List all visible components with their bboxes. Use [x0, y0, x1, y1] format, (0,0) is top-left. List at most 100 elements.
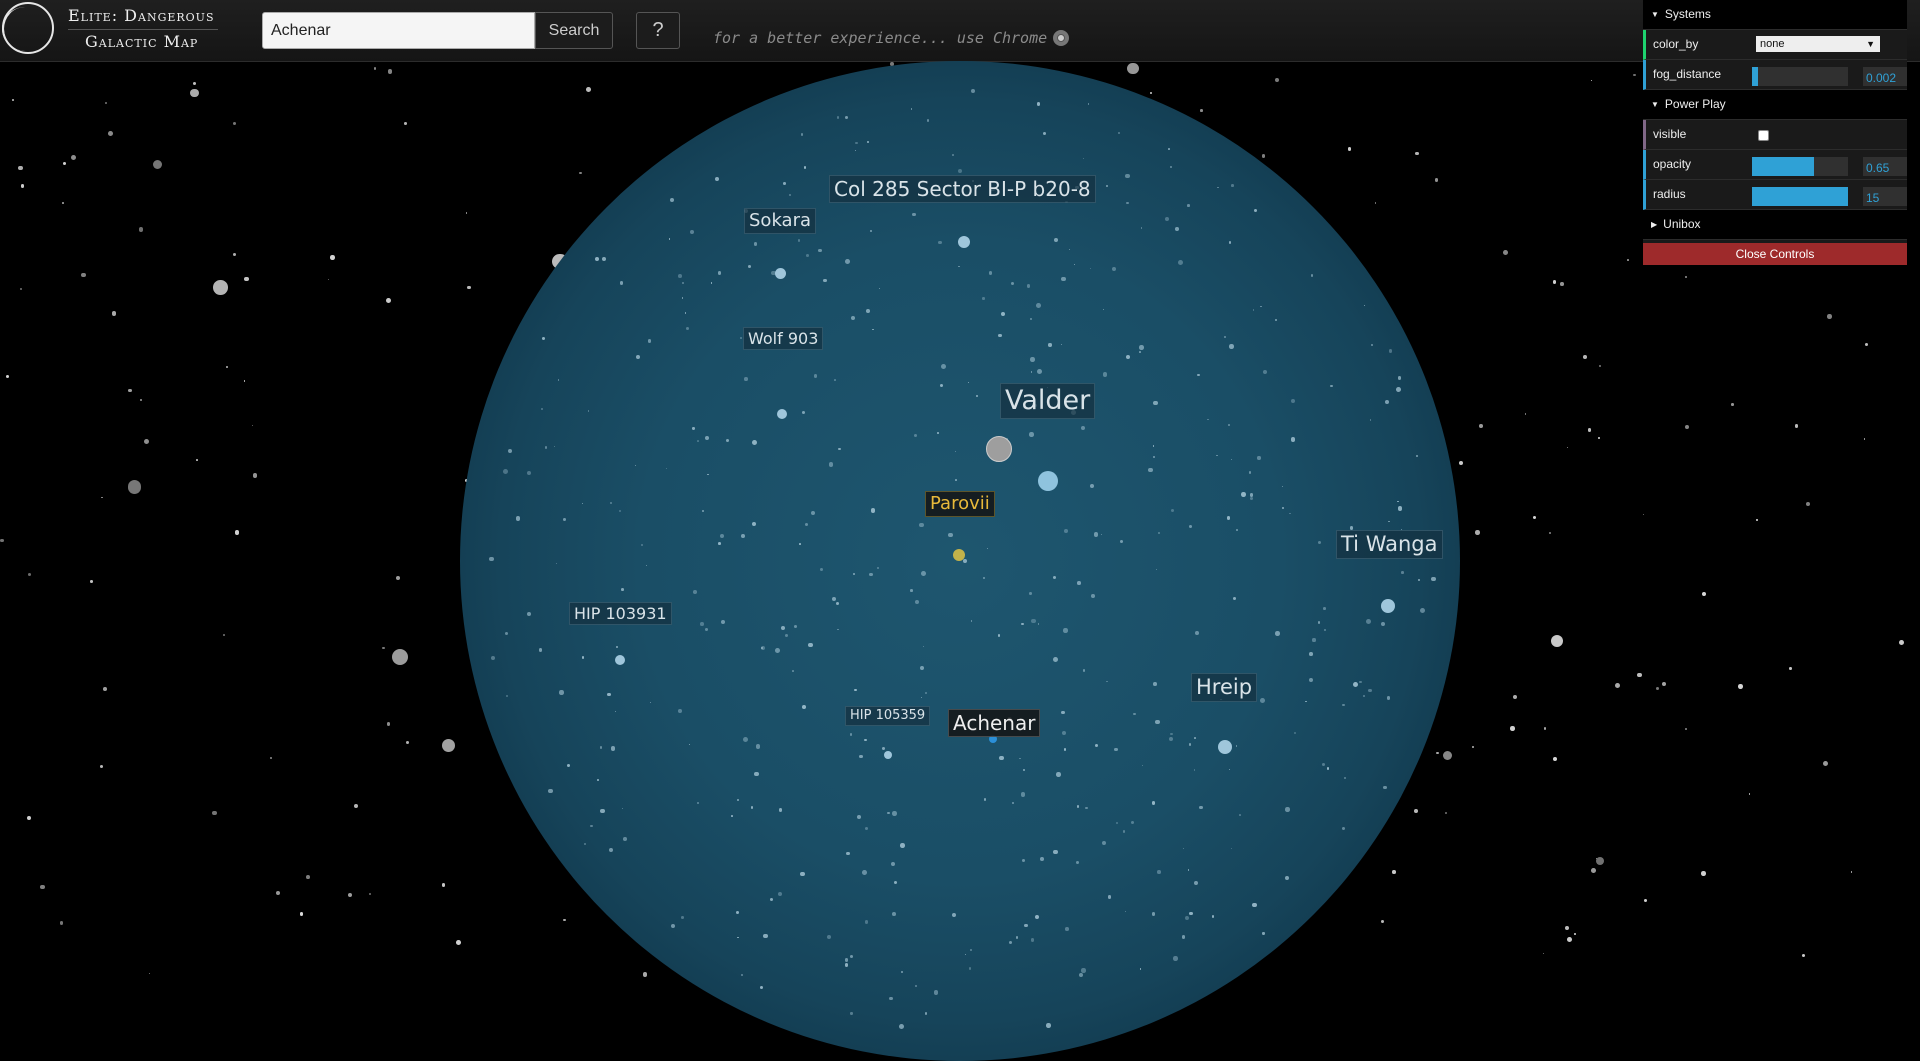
background-star — [1661, 681, 1667, 687]
system-marker-tiwanga[interactable] — [1381, 599, 1395, 613]
help-button[interactable]: ? — [636, 12, 680, 49]
background-star — [1591, 868, 1596, 873]
background-star — [1392, 870, 1396, 874]
sphere-star — [1010, 281, 1014, 286]
sphere-star — [1327, 767, 1330, 770]
background-star — [466, 212, 468, 214]
sphere-star — [813, 373, 818, 378]
system-marker-col285[interactable] — [958, 236, 970, 248]
background-star — [138, 226, 144, 232]
system-label[interactable]: Parovii — [925, 491, 995, 517]
sphere-star — [1285, 807, 1290, 812]
sphere-star — [844, 957, 849, 962]
system-label[interactable]: Ti Wanga — [1336, 530, 1443, 560]
search-input[interactable] — [262, 12, 535, 49]
background-star — [233, 253, 237, 257]
sphere-star — [1248, 470, 1252, 474]
background-star — [1850, 871, 1853, 874]
system-label[interactable]: Achenar — [948, 709, 1041, 737]
sphere-star — [502, 468, 508, 474]
system-marker-wolf903[interactable] — [777, 409, 787, 419]
sphere-star — [542, 336, 546, 340]
background-star — [1615, 682, 1621, 688]
sphere-star — [619, 281, 624, 285]
background-star — [642, 972, 647, 977]
folder-unibox[interactable]: ▶ Unibox — [1643, 210, 1907, 240]
galaxy-map-canvas[interactable]: Col 285 Sector BI-P b20-8 Sokara Wolf 90… — [0, 61, 1920, 1061]
background-star — [1627, 259, 1629, 261]
sphere-star — [649, 701, 651, 703]
sphere-star — [1275, 631, 1280, 637]
browser-recommendation: for a better experience... use Chrome — [713, 29, 1070, 47]
background-star — [1806, 502, 1811, 507]
sphere-star — [893, 880, 897, 884]
sphere-star — [681, 916, 684, 919]
background-star — [1748, 793, 1751, 795]
system-label[interactable]: Sokara — [744, 208, 817, 234]
sphere-star — [1148, 467, 1153, 473]
system-label[interactable]: HIP 105359 — [845, 706, 931, 726]
sphere-star — [692, 427, 695, 430]
opacity-slider[interactable] — [1752, 157, 1848, 176]
system-marker-valder-secondary — [1038, 471, 1058, 491]
radius-slider[interactable] — [1752, 187, 1848, 206]
system-marker-parovii[interactable] — [953, 549, 965, 561]
background-star — [466, 285, 471, 290]
sphere-star — [921, 571, 926, 576]
background-star — [12, 98, 14, 101]
system-marker-valder[interactable] — [986, 436, 1012, 462]
background-star — [251, 424, 253, 426]
sphere-star — [957, 169, 962, 174]
sphere-star — [1102, 840, 1107, 845]
sphere-star — [1081, 968, 1086, 973]
sphere-star — [755, 744, 760, 749]
system-marker-hreip[interactable] — [1218, 740, 1232, 754]
background-star — [1434, 178, 1438, 182]
sphere-star — [924, 1012, 927, 1015]
sphere-star — [799, 871, 805, 877]
folder-power-play[interactable]: ▼ Power Play — [1643, 90, 1907, 120]
system-marker-hip105359[interactable] — [884, 751, 892, 759]
background-star — [1374, 202, 1377, 205]
sphere-star — [1359, 680, 1362, 683]
folder-systems[interactable]: ▼ Systems — [1643, 0, 1907, 30]
browser-recommendation-text: for a better experience... use Chrome — [713, 29, 1048, 47]
background-star — [456, 940, 461, 945]
system-label[interactable]: Hreip — [1191, 673, 1258, 703]
sphere-star — [1184, 915, 1189, 921]
sphere-star — [1382, 785, 1387, 790]
sphere-star — [1077, 581, 1081, 585]
fog-distance-input[interactable]: 0.002 — [1863, 67, 1907, 86]
sphere-star — [898, 1023, 904, 1029]
sphere-star — [1139, 344, 1144, 350]
fog-distance-slider[interactable] — [1752, 67, 1848, 86]
radius-input[interactable]: 15 — [1863, 187, 1907, 206]
sphere-star — [1240, 492, 1246, 497]
system-marker-sokara[interactable] — [775, 268, 786, 279]
logo-divider — [68, 29, 218, 30]
system-marker-hip103931[interactable] — [615, 655, 625, 665]
system-label[interactable]: HIP 103931 — [569, 602, 672, 626]
sphere-star — [559, 690, 564, 695]
background-star — [102, 686, 107, 691]
background-star — [1512, 695, 1518, 700]
sphere-star — [596, 778, 599, 781]
background-star — [1789, 666, 1792, 670]
sphere-star — [1175, 227, 1179, 231]
system-label[interactable]: Wolf 903 — [743, 327, 824, 351]
background-star — [1524, 413, 1526, 415]
close-controls-button[interactable]: Close Controls — [1643, 243, 1907, 265]
expanded-triangle-icon: ▼ — [1651, 10, 1659, 19]
sphere-star — [1029, 432, 1034, 437]
system-label[interactable]: Col 285 Sector BI-P b20-8 — [829, 175, 1096, 203]
sphere-star — [826, 934, 832, 939]
system-label[interactable]: Valder — [1000, 383, 1096, 420]
search-button[interactable]: Search — [535, 12, 613, 49]
background-star — [354, 803, 359, 808]
sphere-star — [697, 440, 700, 442]
visible-checkbox[interactable] — [1758, 130, 1769, 141]
color-by-select[interactable]: none ▼ — [1756, 36, 1880, 52]
opacity-input[interactable]: 0.65 — [1863, 157, 1907, 176]
sphere-star — [1082, 669, 1085, 672]
background-star — [373, 67, 377, 71]
